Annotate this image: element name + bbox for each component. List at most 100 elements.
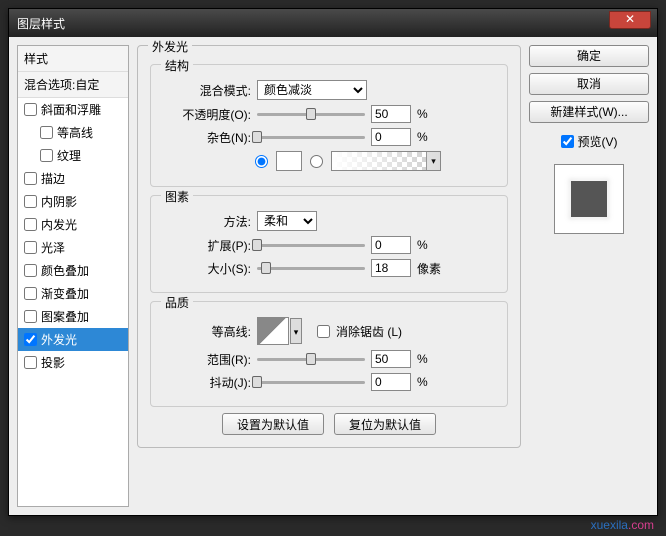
jitter-unit: % [417,375,447,389]
jitter-label: 抖动(J): [163,374,251,391]
noise-input[interactable] [371,128,411,146]
antialias-checkbox[interactable] [317,325,330,338]
sidebar-checkbox-4[interactable] [24,195,37,208]
jitter-input[interactable] [371,373,411,391]
sidebar-item-10[interactable]: 外发光 [18,328,128,351]
opacity-label: 不透明度(O): [163,106,251,123]
dialog-body: 样式 混合选项:自定 斜面和浮雕等高线纹理描边内阴影内发光光泽颜色叠加渐变叠加图… [9,37,657,515]
structure-title: 结构 [161,57,193,74]
sidebar-item-0[interactable]: 斜面和浮雕 [18,98,128,121]
gradient-dropdown-icon[interactable]: ▾ [426,152,440,170]
sidebar-checkbox-7[interactable] [24,264,37,277]
color-swatch[interactable] [276,151,302,171]
noise-unit: % [417,130,447,144]
gradient-picker[interactable]: ▾ [331,151,441,171]
gradient-radio[interactable] [310,155,323,168]
jitter-slider[interactable] [257,381,365,384]
sidebar-label-10: 外发光 [41,331,77,348]
quality-group: 品质 等高线: ▾ 消除锯齿 (L) 范围(R): % [150,301,508,407]
elements-title: 图素 [161,188,193,205]
preview-box [554,164,624,234]
watermark: xuexila.com [591,516,654,532]
sidebar-label-5: 内发光 [41,216,77,233]
range-label: 范围(R): [163,351,251,368]
sidebar-label-6: 光泽 [41,239,65,256]
sidebar-checkbox-9[interactable] [24,310,37,323]
range-input[interactable] [371,350,411,368]
sidebar-label-7: 颜色叠加 [41,262,89,279]
sidebar-label-2: 纹理 [57,147,81,164]
close-button[interactable]: ✕ [609,11,651,29]
spread-input[interactable] [371,236,411,254]
panel-title: 外发光 [148,38,192,55]
sidebar-checkbox-10[interactable] [24,333,37,346]
contour-dropdown-icon[interactable]: ▾ [290,318,302,344]
range-unit: % [417,352,447,366]
opacity-input[interactable] [371,105,411,123]
sidebar-item-11[interactable]: 投影 [18,351,128,374]
quality-title: 品质 [161,294,193,311]
structure-group: 结构 混合模式: 颜色减淡 不透明度(O): % 杂色(N): [150,64,508,187]
actions-column: 确定 取消 新建样式(W)... 预览(V) [529,45,649,507]
range-slider[interactable] [257,358,365,361]
sidebar-item-8[interactable]: 渐变叠加 [18,282,128,305]
technique-select[interactable]: 柔和 [257,211,317,231]
sidebar-item-6[interactable]: 光泽 [18,236,128,259]
sidebar-label-3: 描边 [41,170,65,187]
opacity-slider[interactable] [257,113,365,116]
contour-label: 等高线: [163,323,251,340]
sidebar-checkbox-6[interactable] [24,241,37,254]
noise-label: 杂色(N): [163,129,251,146]
sidebar-label-4: 内阴影 [41,193,77,210]
window-title: 图层样式 [17,15,65,32]
size-input[interactable] [371,259,411,277]
sidebar-item-5[interactable]: 内发光 [18,213,128,236]
sidebar-checkbox-5[interactable] [24,218,37,231]
sidebar-checkbox-1[interactable] [40,126,53,139]
technique-label: 方法: [163,213,251,230]
spread-slider[interactable] [257,244,365,247]
size-label: 大小(S): [163,260,251,277]
color-radio[interactable] [255,155,268,168]
antialias-label: 消除锯齿 (L) [336,323,402,340]
elements-group: 图素 方法: 柔和 扩展(P): % 大小(S): [150,195,508,293]
reset-default-button[interactable]: 复位为默认值 [334,413,436,435]
sidebar-checkbox-0[interactable] [24,103,37,116]
sidebar-label-11: 投影 [41,354,65,371]
sidebar-blend-options[interactable]: 混合选项:自定 [18,72,128,98]
sidebar-checkbox-8[interactable] [24,287,37,300]
opacity-unit: % [417,107,447,121]
contour-picker[interactable]: ▾ [257,317,289,345]
sidebar-item-2[interactable]: 纹理 [18,144,128,167]
size-slider[interactable] [257,267,365,270]
blend-mode-label: 混合模式: [163,82,251,99]
sidebar-label-9: 图案叠加 [41,308,89,325]
sidebar-checkbox-2[interactable] [40,149,53,162]
set-default-button[interactable]: 设置为默认值 [222,413,324,435]
sidebar-item-4[interactable]: 内阴影 [18,190,128,213]
noise-slider[interactable] [257,136,365,139]
new-style-button[interactable]: 新建样式(W)... [529,101,649,123]
spread-label: 扩展(P): [163,237,251,254]
size-unit: 像素 [417,260,447,277]
preview-checkbox[interactable] [561,135,574,148]
dialog-window: 图层样式 ✕ 样式 混合选项:自定 斜面和浮雕等高线纹理描边内阴影内发光光泽颜色… [8,8,658,516]
sidebar-header[interactable]: 样式 [18,46,128,72]
outer-glow-fieldset: 外发光 结构 混合模式: 颜色减淡 不透明度(O): % 杂色(N): [137,45,521,448]
sidebar-item-3[interactable]: 描边 [18,167,128,190]
sidebar-item-7[interactable]: 颜色叠加 [18,259,128,282]
blend-mode-select[interactable]: 颜色减淡 [257,80,367,100]
sidebar-item-1[interactable]: 等高线 [18,121,128,144]
ok-button[interactable]: 确定 [529,45,649,67]
sidebar-label-8: 渐变叠加 [41,285,89,302]
sidebar-checkbox-3[interactable] [24,172,37,185]
sidebar-checkbox-11[interactable] [24,356,37,369]
styles-sidebar: 样式 混合选项:自定 斜面和浮雕等高线纹理描边内阴影内发光光泽颜色叠加渐变叠加图… [17,45,129,507]
titlebar[interactable]: 图层样式 ✕ [9,9,657,37]
sidebar-item-9[interactable]: 图案叠加 [18,305,128,328]
sidebar-label-1: 等高线 [57,124,93,141]
cancel-button[interactable]: 取消 [529,73,649,95]
preview-label: 预览(V) [578,133,618,150]
spread-unit: % [417,238,447,252]
preview-swatch [571,181,607,217]
